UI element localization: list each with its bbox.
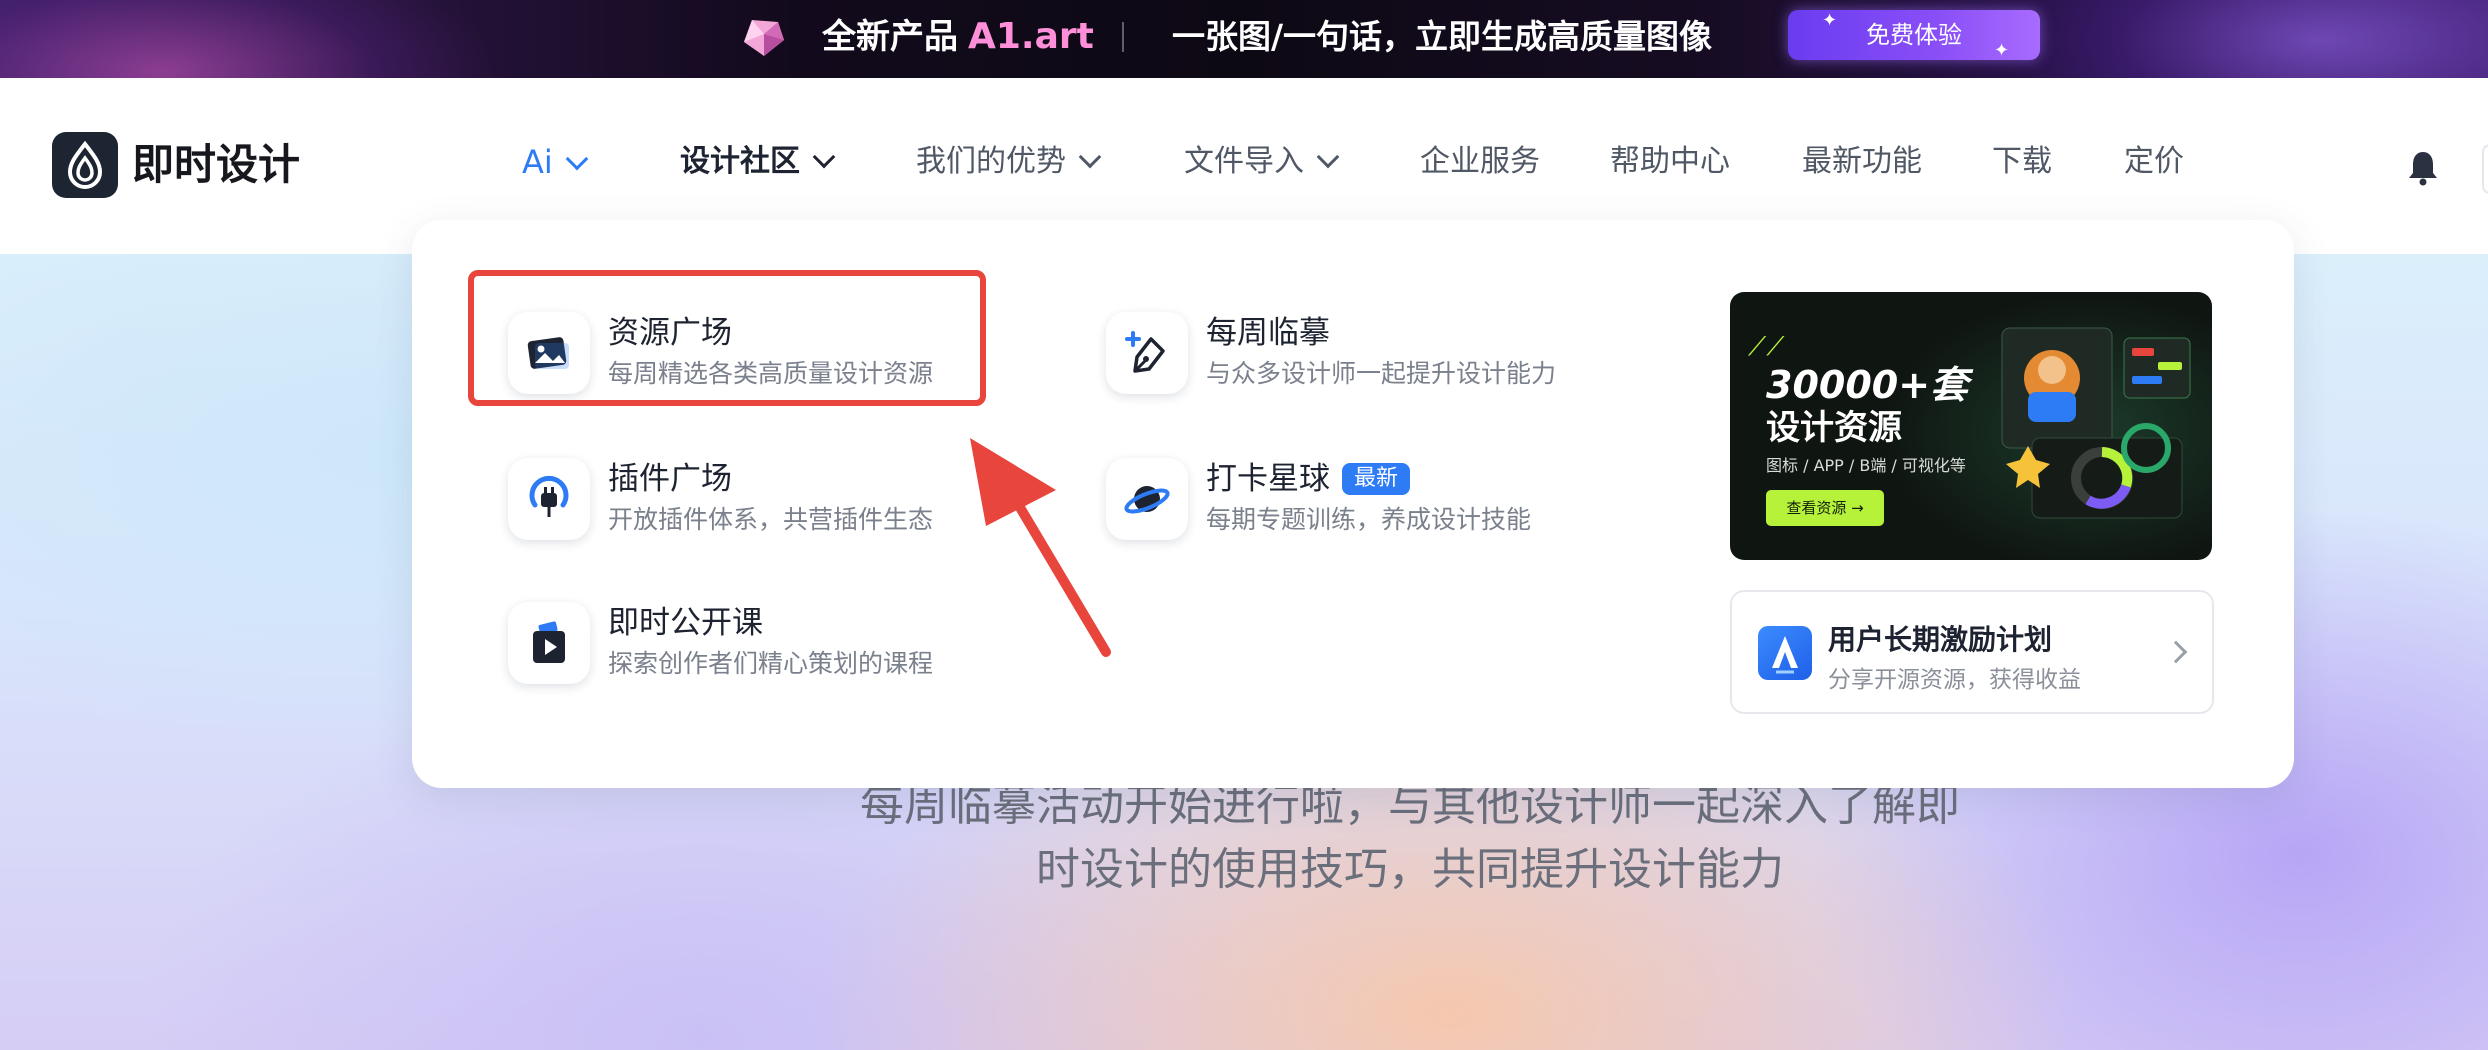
sparkle-icon: ✦ <box>1994 40 2010 61</box>
pen-icon <box>1106 312 1188 394</box>
highlight-box <box>468 270 986 406</box>
entry-desc: 与众多设计师一起提升设计能力 <box>1206 359 1557 388</box>
illustration-icon <box>2001 327 2191 519</box>
menu-open-course[interactable]: 即时公开课 探索创作者们精心策划的课程 <box>508 594 1028 694</box>
nav-ai[interactable]: Ai <box>522 140 589 184</box>
resource-card-tags: 图标 / APP / B端 / 可视化等 <box>1766 456 1966 475</box>
entry-title-text: 打卡星球 <box>1206 461 1330 497</box>
nav-file-import[interactable]: 文件导入 <box>1184 140 1340 184</box>
divider <box>1122 22 1124 52</box>
bell-icon[interactable] <box>2406 148 2440 186</box>
chevron-right-icon <box>2164 640 2188 664</box>
view-resources-button[interactable]: 查看资源 → <box>1766 490 1884 526</box>
entry-desc: 每期专题训练，养成设计技能 <box>1206 505 1532 534</box>
entry-desc: 探索创作者们精心策划的课程 <box>608 649 934 678</box>
promo-brand: A1.art <box>968 16 1094 57</box>
chevron-down-icon <box>1316 145 1340 169</box>
entry-title: 每周临摹 <box>1206 315 1330 351</box>
resource-promo-card[interactable]: ⟋⟋ 30000+套 设计资源 图标 / APP / B端 / 可视化等 查看资… <box>1730 292 2212 560</box>
incentive-icon <box>1758 626 1812 680</box>
nav-advantages[interactable]: 我们的优势 <box>916 140 1102 184</box>
nav-label: 我们的优势 <box>916 144 1066 179</box>
sparkle-icon: ✦ <box>1822 10 1838 31</box>
banner-decoration <box>2008 0 2488 78</box>
chevron-down-icon <box>1078 145 1102 169</box>
free-trial-button[interactable]: 免费体验 ✦ ✦ <box>1788 10 2040 61</box>
menu-plugin-square[interactable]: 插件广场 开放插件体系，共营插件生态 <box>508 450 1028 550</box>
entry-desc: 开放插件体系，共营插件生态 <box>608 505 934 534</box>
logo-text[interactable]: 即时设计 <box>132 136 300 194</box>
entry-title: 插件广场 <box>608 461 732 497</box>
entry-title: 即时公开课 <box>608 605 763 641</box>
resource-card-subtitle: 设计资源 <box>1766 408 1902 448</box>
play-icon <box>508 602 590 684</box>
nav-pricing[interactable]: 定价 <box>2124 140 2184 184</box>
nav-new-features[interactable]: 最新功能 <box>1802 140 1922 184</box>
hero-text: 每周临摹活动开始进行啦，与其他设计师一起深入了解即 时设计的使用技巧，共同提升设… <box>780 774 2040 902</box>
promo-slogan: 一张图/一句话，立即生成高质量图像 <box>1172 17 1713 56</box>
nav-label: 文件导入 <box>1184 144 1304 179</box>
new-badge: 最新 <box>1342 463 1411 495</box>
annotation-arrow-icon <box>970 438 1111 657</box>
free-trial-label: 免费体验 <box>1866 21 1962 49</box>
promo-banner[interactable]: 全新产品 A1.art 一张图/一句话，立即生成高质量图像 免费体验 ✦ ✦ <box>0 0 2488 78</box>
logo-icon[interactable] <box>52 132 118 198</box>
nav-download[interactable]: 下载 <box>1992 140 2052 184</box>
incentive-desc: 分享开源资源，获得收益 <box>1828 667 2081 693</box>
incentive-title: 用户长期激励计划 <box>1828 623 2053 656</box>
nav-label: 设计社区 <box>680 144 800 179</box>
nav-design-community[interactable]: 设计社区 <box>680 140 836 184</box>
gem-icon <box>744 20 784 56</box>
incentive-plan-card[interactable]: 用户长期激励计划 分享开源资源，获得收益 <box>1730 590 2214 714</box>
promo-title: 全新产品 <box>822 17 958 57</box>
banner-decoration <box>0 0 500 78</box>
nav-help-center[interactable]: 帮助中心 <box>1610 140 1730 184</box>
hero-text-line: 时设计的使用技巧，共同提升设计能力 <box>1036 844 1784 895</box>
chevron-down-icon <box>812 145 836 169</box>
menu-weekly-copy[interactable]: 每周临摹 与众多设计师一起提升设计能力 <box>1106 304 1626 404</box>
chevron-down-icon <box>565 147 589 171</box>
nav-label: Ai <box>522 143 553 181</box>
nav-enterprise[interactable]: 企业服务 <box>1420 140 1540 184</box>
plug-icon <box>508 458 590 540</box>
entry-title: 打卡星球 最新 <box>1206 458 1411 500</box>
user-avatar-edge[interactable] <box>2482 144 2488 194</box>
menu-checkin-planet[interactable]: 打卡星球 最新 每期专题训练，养成设计技能 <box>1106 450 1626 550</box>
